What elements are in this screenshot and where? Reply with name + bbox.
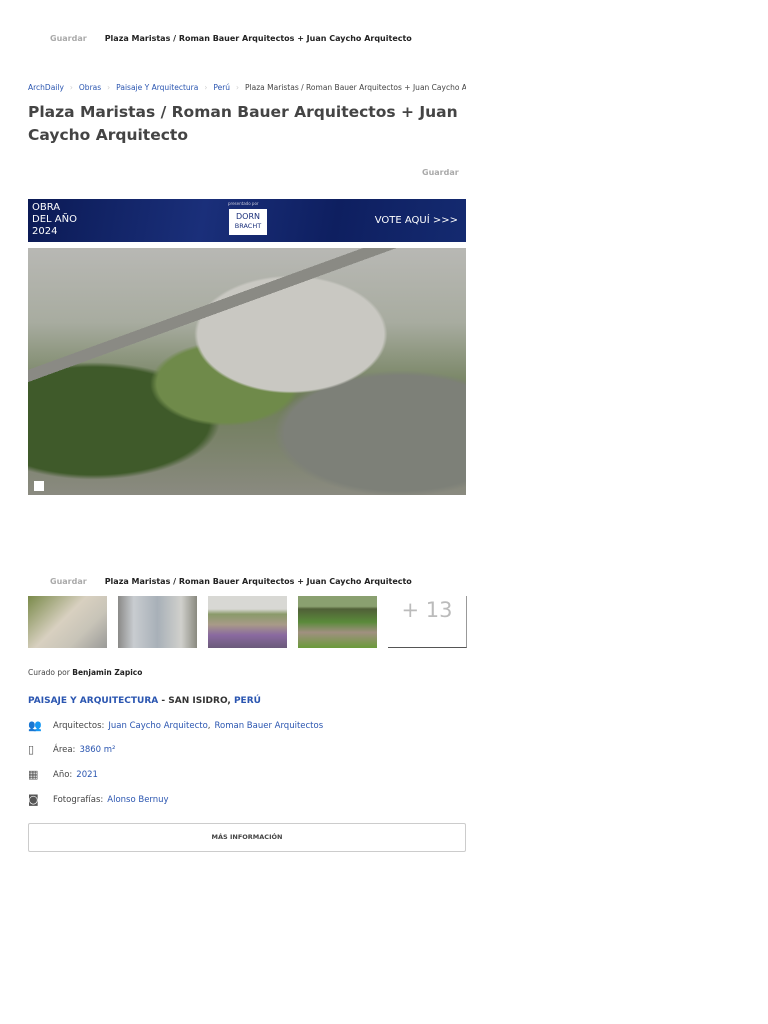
- spec-year: ▦ Año: 2021: [28, 768, 98, 781]
- thumbnail[interactable]: [28, 596, 107, 648]
- spec-architects: 👥 Arquitectos: Juan Caycho Arquitecto, R…: [28, 719, 324, 732]
- thumbnail[interactable]: [118, 596, 197, 648]
- thumbnail[interactable]: [208, 596, 287, 648]
- ad-banner[interactable]: OBRA DEL AÑO 2024 presentado por DORN BRACH…: [28, 199, 466, 242]
- hero-image[interactable]: [28, 248, 466, 495]
- breadcrumb-country[interactable]: Perú: [213, 83, 230, 92]
- chevron-right-icon: ›: [107, 83, 111, 92]
- breadcrumb: ArchDaily › Obras › Paisaje Y Arquitectura › P…: [28, 83, 466, 92]
- country-link[interactable]: PERÚ: [234, 696, 261, 706]
- curated-by: Curado por Benjamin Zapico: [28, 668, 143, 677]
- chevron-right-icon: ›: [69, 83, 73, 92]
- more-photos-button[interactable]: + 13: [388, 596, 467, 648]
- breadcrumb-obras[interactable]: Obras: [79, 83, 101, 92]
- banner-presented: presentado por: [228, 201, 259, 206]
- people-icon: 👥: [28, 719, 42, 732]
- chevron-right-icon: ›: [204, 83, 208, 92]
- dornbracht-logo: DORN BRACHT: [229, 209, 267, 235]
- architect-link[interactable]: Roman Bauer Arquitectos: [214, 721, 323, 731]
- vote-link[interactable]: VOTE AQUÍ >>>: [375, 215, 458, 226]
- save-button[interactable]: Guardar: [50, 577, 87, 586]
- save-button[interactable]: Guardar: [50, 34, 87, 43]
- category-line: PAISAJE Y ARQUITECTURA - SAN ISIDRO, PER…: [28, 696, 261, 706]
- sticky-title: Plaza Maristas / Roman Bauer Arquitectos…: [104, 577, 412, 586]
- sticky-header-duplicate: Guardar Plaza Maristas / Roman Bauer Arq…: [50, 577, 412, 586]
- banner-title: OBRA DEL AÑO 2024: [32, 202, 77, 237]
- gallery-thumbnails: + 13: [28, 596, 467, 648]
- more-info-button[interactable]: MÁS INFORMACIÓN: [28, 823, 466, 852]
- calendar-icon: ▦: [28, 768, 39, 781]
- curator-name: Benjamin Zapico: [72, 668, 143, 677]
- spec-area: ▯ Área: 3860 m²: [28, 743, 116, 756]
- spec-photographer: ◙ Fotografías: Alonso Bernuy: [28, 793, 169, 806]
- sticky-header: Guardar Plaza Maristas / Roman Bauer Arq…: [50, 34, 412, 43]
- thumbnail[interactable]: [298, 596, 377, 648]
- save-button[interactable]: Guardar: [422, 168, 459, 177]
- breadcrumb-current: Plaza Maristas / Roman Bauer Arquitectos…: [245, 83, 466, 92]
- gallery-icon[interactable]: [34, 481, 44, 491]
- area-icon: ▯: [28, 743, 35, 756]
- page-title: Plaza Maristas / Roman Bauer Arquitectos…: [28, 103, 458, 144]
- area-link[interactable]: 3860 m²: [79, 745, 115, 755]
- category-link[interactable]: PAISAJE Y ARQUITECTURA: [28, 696, 158, 706]
- architect-link[interactable]: Juan Caycho Arquitecto: [108, 721, 207, 731]
- breadcrumb-category[interactable]: Paisaje Y Arquitectura: [116, 83, 198, 92]
- chevron-right-icon: ›: [236, 83, 240, 92]
- photographer-link[interactable]: Alonso Bernuy: [107, 795, 168, 805]
- breadcrumb-archdaily[interactable]: ArchDaily: [28, 83, 64, 92]
- camera-icon: ◙: [28, 793, 39, 806]
- sticky-title: Plaza Maristas / Roman Bauer Arquitectos…: [104, 34, 412, 43]
- year-link[interactable]: 2021: [76, 770, 98, 780]
